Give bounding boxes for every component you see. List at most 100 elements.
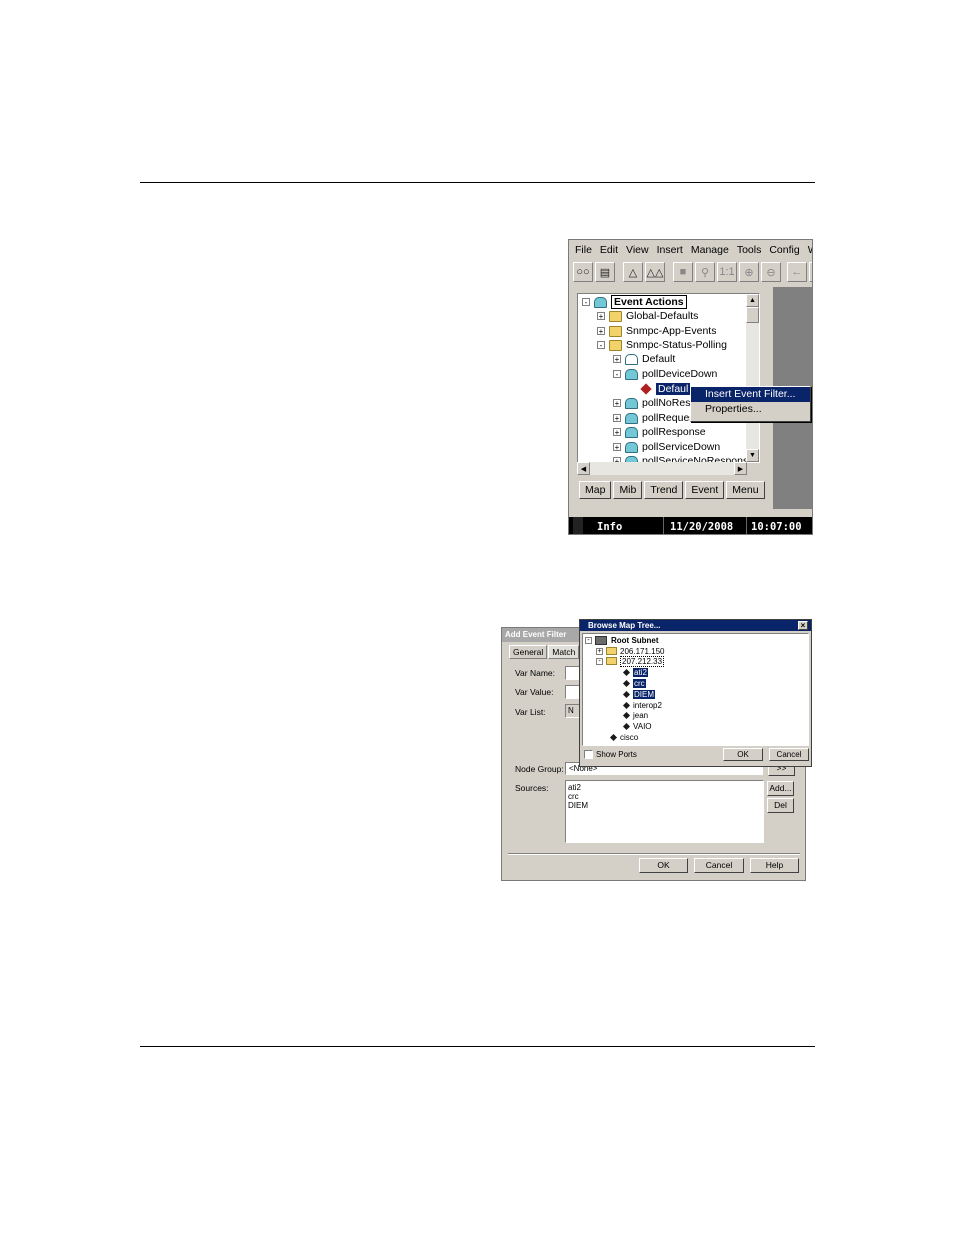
- bell-icon: [625, 368, 638, 380]
- expand-icon[interactable]: +: [613, 414, 621, 423]
- tree-item-pollnoresp[interactable]: + pollNoResp: [613, 396, 696, 410]
- delete-source-button[interactable]: Del: [767, 798, 794, 813]
- tree-root[interactable]: - Event Actions: [582, 295, 687, 309]
- status-label: Info: [597, 520, 623, 533]
- subnet-icon: [595, 635, 607, 645]
- expand-icon[interactable]: +: [597, 327, 605, 336]
- back-arrow-icon[interactable]: ←: [787, 262, 807, 282]
- menu-item-insert-event-filter[interactable]: Insert Event Filter...: [691, 387, 810, 402]
- tree-node[interactable]: crc: [622, 678, 646, 688]
- menu-window[interactable]: Wi: [808, 244, 812, 256]
- tab-match[interactable]: Match: [548, 645, 580, 659]
- tree-subnet-206[interactable]: + 206.171.150: [596, 646, 665, 656]
- tree-node[interactable]: jean: [622, 710, 648, 720]
- var-name-label: Var Name:: [515, 668, 555, 678]
- scroll-left-arrow-icon[interactable]: ◀: [577, 462, 590, 475]
- expand-icon[interactable]: +: [613, 355, 621, 364]
- tree-item-global-defaults[interactable]: + Global-Defaults: [597, 309, 698, 323]
- tree-horizontal-scrollbar[interactable]: ◀ ▶: [577, 462, 747, 475]
- toolbar: ○○ ▤ △ △△ ■ ⚲ 1:1 ⊕ ⊖ ← →: [573, 262, 812, 284]
- scroll-up-arrow-icon[interactable]: ▲: [746, 294, 759, 307]
- bell-outline-icon: [625, 353, 638, 365]
- tree-node[interactable]: VAIO: [622, 721, 652, 731]
- close-icon[interactable]: ×: [798, 621, 808, 630]
- tree-node[interactable]: interop2: [622, 700, 662, 710]
- menu-item-properties[interactable]: Properties...: [691, 402, 810, 417]
- tree-subnet-207[interactable]: - 207.212.33: [596, 655, 665, 667]
- show-ports-checkbox[interactable]: [584, 750, 593, 759]
- menu-file[interactable]: File: [575, 244, 592, 256]
- sources-list[interactable]: ati2 crc DIEM: [565, 780, 764, 843]
- ok-button[interactable]: OK: [723, 748, 763, 761]
- sources-label: Sources:: [515, 783, 549, 793]
- bell-icon[interactable]: △: [623, 262, 643, 282]
- scroll-thumb[interactable]: [746, 307, 759, 323]
- menu-edit[interactable]: Edit: [600, 244, 618, 256]
- collapse-icon[interactable]: -: [613, 370, 621, 379]
- tree-item-snmpc-app-events[interactable]: + Snmpc-App-Events: [597, 324, 716, 338]
- dialog-separator: [508, 853, 800, 855]
- tab-map[interactable]: Map: [579, 481, 612, 499]
- zoom-out-icon[interactable]: ⊖: [761, 262, 781, 282]
- list-item[interactable]: DIEM: [568, 801, 761, 810]
- node-icon: [622, 722, 631, 730]
- node-icon: [622, 668, 631, 676]
- binoculars-icon[interactable]: ○○: [573, 262, 593, 282]
- status-time: 10:07:00: [751, 520, 802, 533]
- cancel-button[interactable]: Cancel: [769, 748, 809, 761]
- scroll-right-arrow-icon[interactable]: ▶: [734, 462, 747, 475]
- add-source-button[interactable]: Add...: [767, 781, 794, 796]
- menu-insert[interactable]: Insert: [657, 244, 683, 256]
- menu-config[interactable]: Config: [769, 244, 799, 256]
- collapse-icon[interactable]: -: [596, 657, 603, 665]
- var-value-label: Var Value:: [515, 687, 554, 697]
- tree-vertical-scrollbar[interactable]: ▲ ▼: [746, 294, 759, 462]
- tree-item-pollservicedown[interactable]: + pollServiceDown: [613, 440, 720, 454]
- menu-manage[interactable]: Manage: [691, 244, 729, 256]
- tab-general[interactable]: General: [509, 645, 548, 659]
- tree-root-subnet[interactable]: - Root Subnet: [585, 635, 659, 645]
- browse-map-tree-dialog: Browse Map Tree... × - Root Subnet + 206…: [579, 619, 812, 767]
- tree-node[interactable]: DIEM: [622, 689, 655, 699]
- status-date: 11/20/2008: [670, 520, 734, 533]
- tree-node[interactable]: ati2: [622, 667, 648, 677]
- expand-icon[interactable]: +: [613, 399, 621, 408]
- tab-menu[interactable]: Menu: [726, 481, 765, 499]
- expand-icon[interactable]: +: [613, 443, 621, 452]
- collapse-icon[interactable]: -: [582, 298, 590, 307]
- zoom-icon[interactable]: ⚲: [695, 262, 715, 282]
- node-icon: [622, 690, 631, 698]
- var-list-label: Var List:: [515, 707, 546, 717]
- clipboard-icon[interactable]: ▤: [595, 262, 615, 282]
- one-to-one-icon[interactable]: 1:1: [717, 262, 737, 282]
- tab-mib[interactable]: Mib: [613, 481, 643, 499]
- menu-view[interactable]: View: [626, 244, 649, 256]
- tree-item-polldevicedown[interactable]: - pollDeviceDown: [613, 367, 717, 381]
- tab-event[interactable]: Event: [685, 481, 725, 499]
- map-tree[interactable]: - Root Subnet + 206.171.150 - 207.212.33…: [582, 633, 809, 746]
- collapse-icon[interactable]: -: [585, 636, 592, 644]
- ok-button[interactable]: OK: [639, 858, 688, 873]
- dialog-title: Browse Map Tree... ×: [580, 620, 811, 631]
- bells-icon[interactable]: △△: [645, 262, 665, 282]
- list-item[interactable]: ati2: [568, 783, 761, 792]
- forward-arrow-icon[interactable]: →: [809, 262, 812, 282]
- expand-icon[interactable]: +: [597, 312, 605, 321]
- cancel-button[interactable]: Cancel: [694, 858, 744, 873]
- tab-trend[interactable]: Trend: [644, 481, 684, 499]
- tree-item-pollresponse[interactable]: + pollResponse: [613, 425, 706, 439]
- scroll-down-arrow-icon[interactable]: ▼: [746, 449, 759, 462]
- zoom-in-icon[interactable]: ⊕: [739, 262, 759, 282]
- tree-item-default-filter[interactable]: Defaul: [640, 382, 691, 396]
- stop-icon[interactable]: ■: [673, 262, 693, 282]
- expand-icon[interactable]: +: [596, 647, 603, 655]
- tree-item-snmpc-status-polling[interactable]: - Snmpc-Status-Polling: [597, 338, 727, 352]
- tree-item-default[interactable]: + Default: [613, 352, 675, 366]
- event-actions-tree[interactable]: - Event Actions + Global-Defaults + Snmp…: [577, 293, 760, 463]
- help-button[interactable]: Help: [750, 858, 799, 873]
- list-item[interactable]: crc: [568, 792, 761, 801]
- collapse-icon[interactable]: -: [597, 341, 605, 350]
- menu-tools[interactable]: Tools: [737, 244, 762, 256]
- tree-node[interactable]: cisco: [609, 732, 638, 742]
- expand-icon[interactable]: +: [613, 428, 621, 437]
